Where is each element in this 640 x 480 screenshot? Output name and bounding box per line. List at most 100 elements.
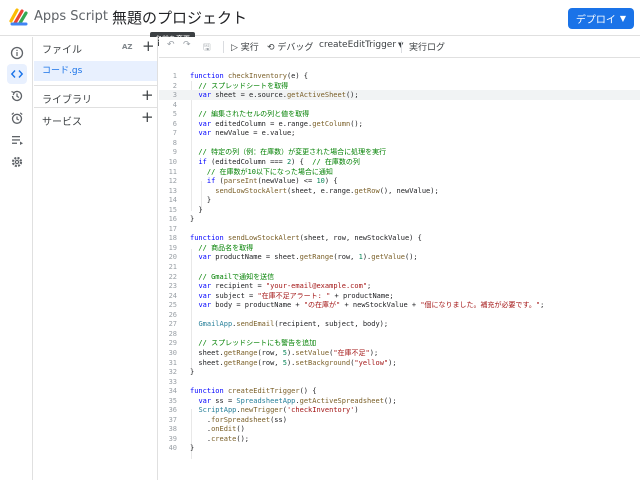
code-text: sheet.getRange(row, 5).setBackground("ye… — [190, 358, 396, 368]
code-token: function — [190, 234, 228, 243]
section-libraries[interactable]: ライブラリ + — [34, 85, 157, 107]
line-number: 35 — [168, 396, 177, 405]
code-token: getColumn — [312, 119, 351, 128]
code-line[interactable]: 18 function sendLowStockAlert(sheet, row,… — [159, 233, 640, 243]
code-token: var — [198, 119, 212, 128]
line-number: 28 — [168, 329, 177, 338]
code-line[interactable]: 16} — [159, 214, 640, 224]
apps-script-logo[interactable] — [8, 7, 30, 27]
code-token: GmailApp — [198, 320, 233, 329]
code-line[interactable]: 34 function createEditTrigger() { — [159, 386, 640, 396]
code-line[interactable]: 9 // 特定の列（例：在庫数）が変更された場合に処理を実行 — [159, 147, 640, 157]
code-line[interactable]: 17 — [159, 224, 640, 234]
line-number: 18 — [168, 234, 177, 243]
project-title[interactable]: 無題のプロジェクト — [112, 7, 247, 28]
line-number: 30 — [168, 348, 177, 357]
code-line[interactable]: 22 // Gmailで通知を送信 — [159, 272, 640, 282]
code-line[interactable]: 11 // 在庫数が10以下になった場合に通知 — [159, 167, 640, 177]
code-line[interactable]: 23 var recipient = "your-email@example.c… — [159, 281, 640, 291]
code-line[interactable]: 27 GmailApp.sendEmail(recipient, subject… — [159, 319, 640, 329]
code-token: (); — [350, 119, 363, 128]
code-line[interactable]: 5 // 編集されたセルの列と値を取得 — [159, 109, 640, 119]
code-token: getRange — [299, 253, 334, 262]
history-icon[interactable] — [7, 86, 27, 106]
code-line[interactable]: 8 — [159, 138, 640, 148]
code-line[interactable]: 28 — [159, 329, 640, 339]
code-line[interactable]: 26 — [159, 310, 640, 320]
code-line[interactable]: 30 sheet.getRange(row, 5).setValue("在庫不足… — [159, 348, 640, 358]
code-token: (row, — [257, 348, 283, 357]
code-line[interactable]: 1 function checkInventory(e) { — [159, 71, 640, 81]
code-token: var — [198, 301, 212, 310]
code-token: (e) { — [286, 72, 309, 80]
code-token: productName = sheet. — [211, 253, 300, 262]
list-icon[interactable] — [7, 130, 27, 150]
redo-icon[interactable]: ↷ — [183, 40, 191, 50]
execution-log-button[interactable]: 実行ログ — [409, 40, 445, 53]
code-line[interactable]: 32} — [159, 367, 640, 377]
code-text: } — [190, 443, 194, 453]
code-token: "個になりました。補充が必要です。" — [420, 301, 541, 310]
code-line[interactable]: 39 .create(); — [159, 434, 640, 444]
line-number: 24 — [168, 291, 177, 300]
code-line[interactable]: 29 // スプレッドシートにも警告を追加 — [159, 338, 640, 348]
code-line[interactable]: 2 // スプレッドシートを取得 — [159, 81, 640, 91]
gear-icon[interactable] — [7, 152, 27, 172]
deploy-button[interactable]: デプロイ ▼ — [568, 8, 634, 29]
code-icon[interactable] — [7, 64, 27, 84]
code-line[interactable]: 33 — [159, 377, 640, 387]
code-line[interactable]: 14 } — [159, 195, 640, 205]
save-icon[interactable]: 🖫 — [203, 40, 211, 56]
code-line[interactable]: 21 — [159, 262, 640, 272]
code-line[interactable]: 12 if (parseInt(newValue) <= 10) { — [159, 176, 640, 186]
code-line[interactable]: 31 sheet.getRange(row, 5).setBackground(… — [159, 358, 640, 368]
add-service-button[interactable]: + — [141, 108, 154, 126]
code-line[interactable]: 20 var productName = sheet.getRange(row,… — [159, 252, 640, 262]
add-file-button[interactable]: + — [142, 37, 155, 55]
line-number: 37 — [168, 415, 177, 424]
code-line[interactable]: 24 var subject = "在庫不足アラート: " + productN… — [159, 291, 640, 301]
code-line[interactable]: 40} — [159, 443, 640, 453]
line-number: 4 — [172, 100, 177, 109]
line-number: 2 — [172, 81, 177, 90]
code-line[interactable]: 15 } — [159, 205, 640, 215]
undo-icon[interactable]: ↶ — [167, 40, 175, 50]
section-services[interactable]: サービス + — [34, 107, 157, 129]
add-library-button[interactable]: + — [141, 86, 154, 104]
code-line[interactable]: 10 if (editedColumn === 2) { // 在庫数の列 — [159, 157, 640, 167]
alarm-icon[interactable] — [7, 108, 27, 128]
line-number: 15 — [168, 205, 177, 214]
code-token: forSpreadsheet — [211, 415, 271, 424]
code-token: ) { — [324, 177, 338, 186]
line-number: 25 — [168, 301, 177, 310]
code-line[interactable]: 36 ScriptApp.newTrigger('checkInventory'… — [159, 405, 640, 415]
code-text: .onEdit() — [190, 424, 245, 434]
function-select[interactable]: createEditTrigger ▼ — [319, 40, 403, 50]
code-token: (); — [405, 253, 418, 262]
code-line[interactable]: 4 — [159, 100, 640, 110]
code-token: (); — [383, 396, 397, 405]
debug-button[interactable]: ⟲ デバッグ — [267, 40, 313, 53]
code-token: (recipient, subject, body); — [274, 320, 389, 329]
code-line[interactable]: 13 sendLowStockAlert(sheet, e.range.getR… — [159, 186, 640, 196]
code-line[interactable]: 7 var newValue = e.value; — [159, 128, 640, 138]
code-line[interactable]: 19 // 商品名を取得 — [159, 243, 640, 253]
run-button[interactable]: ▷ 実行 — [231, 40, 259, 53]
line-number: 8 — [172, 138, 177, 147]
code-token: function — [190, 72, 228, 80]
code-line[interactable]: 6 var editedColumn = e.range.getColumn()… — [159, 119, 640, 129]
sort-az-icon[interactable]: AZ — [122, 43, 133, 51]
line-number: 31 — [168, 358, 177, 367]
code-token: "在庫不足" — [333, 348, 370, 357]
code-token: editedColumn = e.range. — [211, 119, 313, 128]
code-token: sendEmail — [236, 320, 275, 329]
code-line[interactable]: 38 .onEdit() — [159, 424, 640, 434]
code-line[interactable]: 37 .forSpreadsheet(ss) — [159, 415, 640, 425]
code-line[interactable]: 35 var ss = SpreadsheetApp.getActiveSpre… — [159, 396, 640, 406]
info-icon[interactable] — [7, 43, 27, 63]
code-line[interactable]: 25 var body = productName + "の在庫が" + new… — [159, 300, 640, 310]
file-item-code-gs[interactable]: コード.gs — [34, 61, 157, 81]
code-line[interactable]: 3 var sheet = e.source.getActiveSheet(); — [159, 90, 640, 101]
code-editor[interactable]: 1 function checkInventory(e) {2 // スプレッドシ… — [159, 59, 640, 480]
line-number: 13 — [168, 186, 177, 195]
